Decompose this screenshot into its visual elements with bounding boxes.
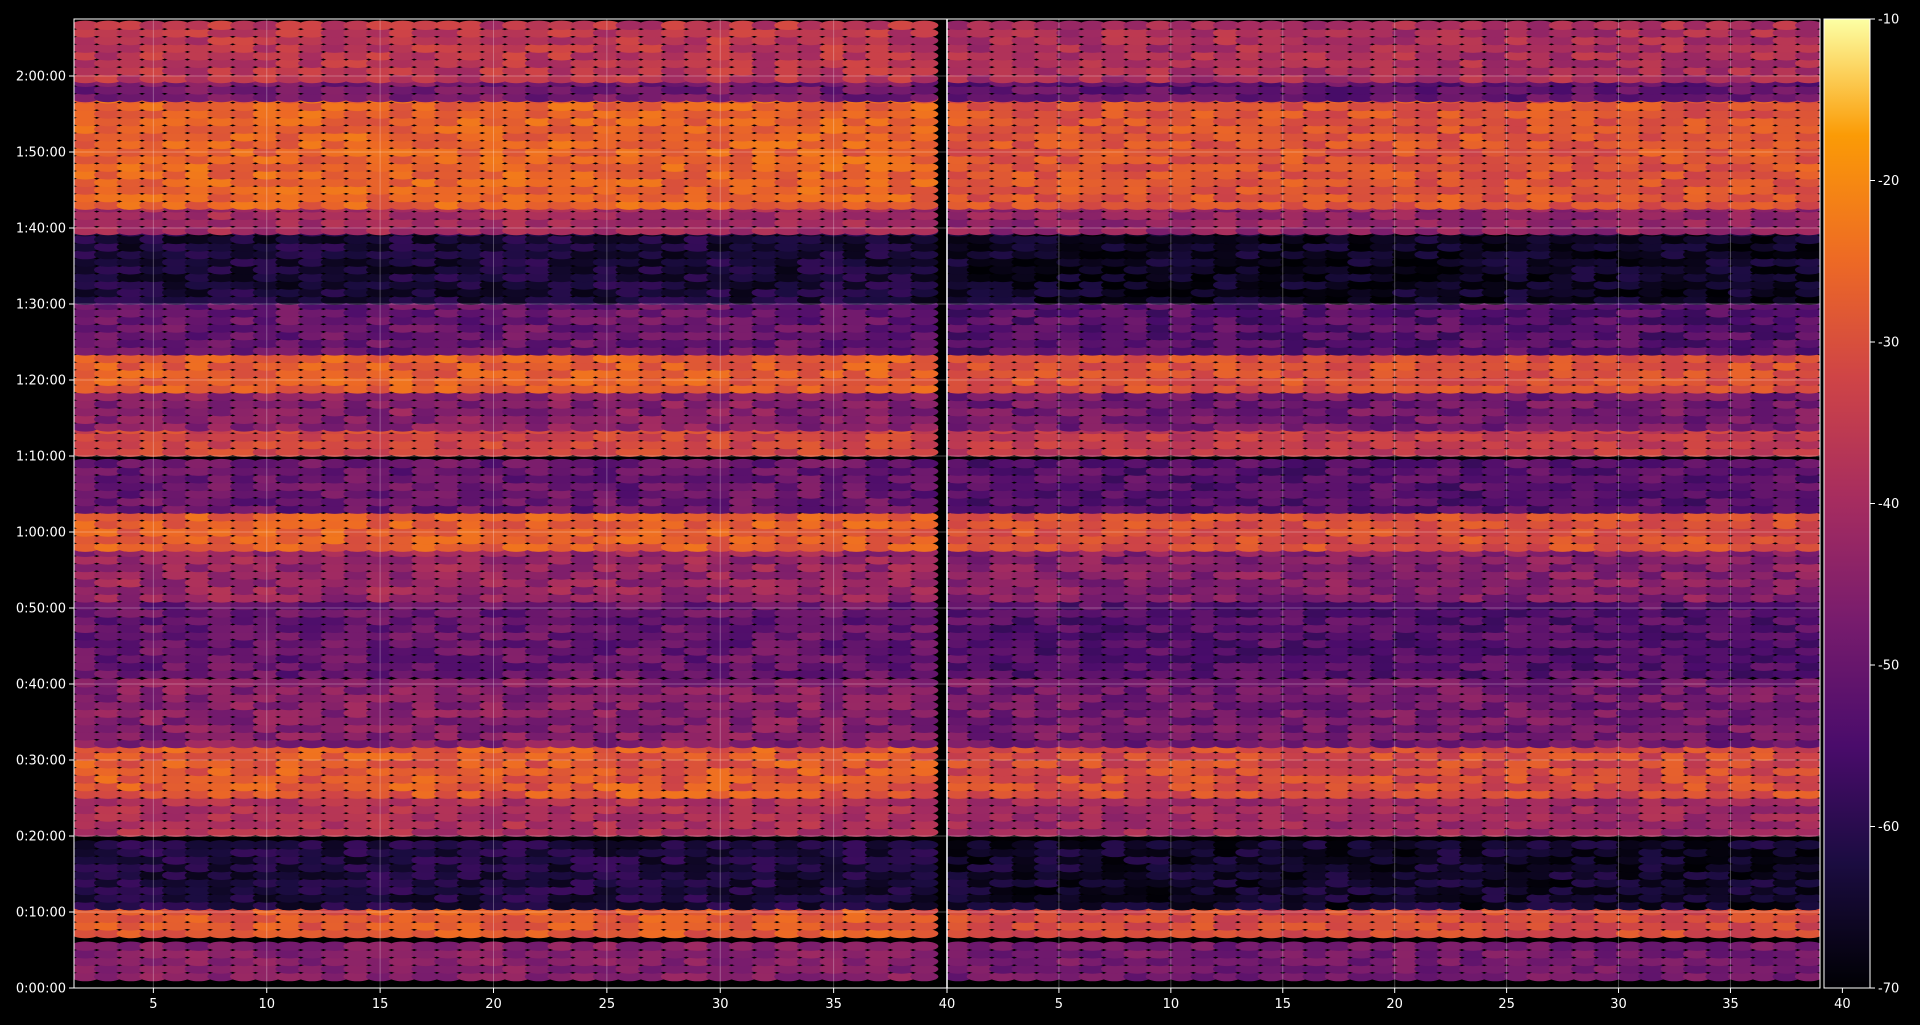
heatmap-cell xyxy=(910,458,939,469)
heatmap-cell xyxy=(910,20,939,31)
heatmap-cell xyxy=(910,840,939,850)
heatmap-cell xyxy=(910,678,939,688)
heatmap-chart: 0:00:000:10:000:20:000:30:000:40:000:50:… xyxy=(16,13,1899,1013)
heatmap-cell xyxy=(910,941,939,951)
